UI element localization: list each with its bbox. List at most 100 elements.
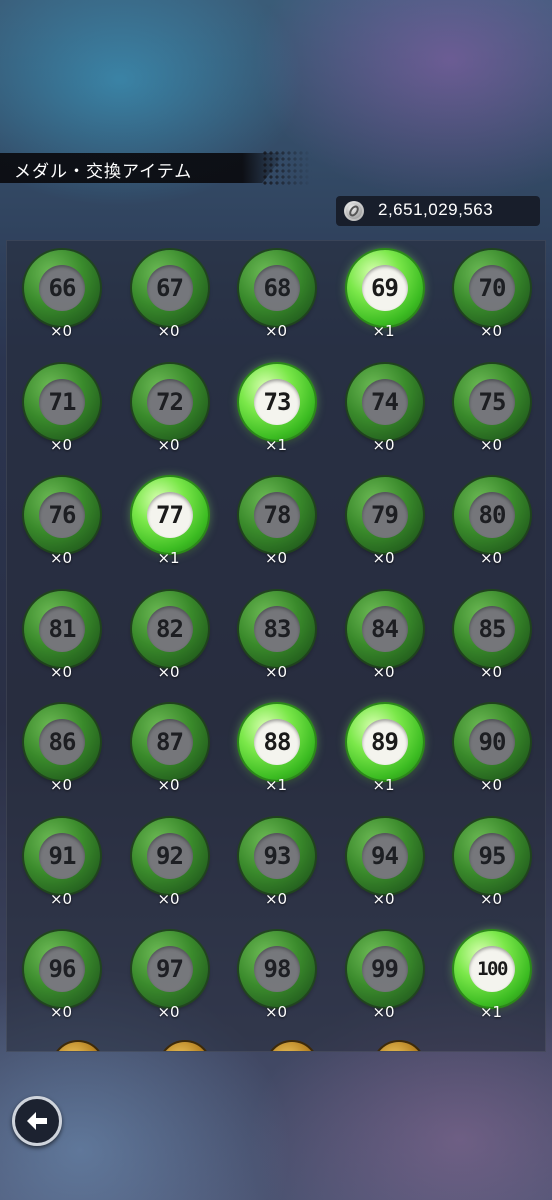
gold-medal-icon[interactable] — [374, 1042, 424, 1051]
medal-item[interactable]: 70 ×0 — [437, 241, 545, 354]
medal-item[interactable]: 95 ×0 — [437, 809, 545, 922]
medal-icon: 99 — [346, 931, 423, 1007]
medal-face: 86 — [39, 719, 85, 765]
medal-count: ×0 — [49, 889, 73, 908]
medal-icon: 96 — [24, 931, 100, 1007]
medal-icon: 69 — [346, 250, 423, 326]
medal-face: 76 — [39, 492, 85, 538]
medal-face: 73 — [254, 378, 300, 425]
medal-item[interactable]: 82 ×0 — [115, 582, 223, 695]
medal-number: 100 — [477, 958, 508, 980]
medal-count: ×0 — [157, 435, 180, 454]
medal-face: 91 — [39, 832, 85, 879]
back-button[interactable] — [12, 1096, 62, 1146]
medal-number: 98 — [263, 955, 292, 983]
medal-item[interactable]: 80 ×0 — [437, 468, 545, 581]
medal-face: 79 — [361, 492, 408, 538]
medal-icon: 78 — [239, 477, 315, 553]
medal-count: ×1 — [479, 1003, 503, 1021]
next-row-preview — [7, 1042, 545, 1051]
medal-count: ×0 — [372, 549, 395, 567]
title-decoration — [262, 150, 312, 186]
medal-item[interactable]: 78 ×0 — [222, 468, 330, 581]
medal-number: 66 — [48, 274, 77, 302]
medal-number: 89 — [371, 728, 399, 756]
medal-number: 73 — [263, 387, 292, 416]
medal-item[interactable]: 81 ×0 — [7, 582, 115, 695]
medal-number: 68 — [263, 274, 292, 302]
medal-item[interactable]: 93 ×0 — [222, 809, 330, 922]
medal-face: 77 — [146, 492, 193, 538]
medal-count: ×0 — [49, 435, 73, 454]
medal-number: 90 — [478, 728, 507, 756]
medal-item[interactable]: 83 ×0 — [222, 582, 330, 695]
medal-icon: 100 — [454, 931, 530, 1007]
medal-number: 91 — [48, 841, 77, 870]
medal-item[interactable]: 88 ×1 — [222, 695, 330, 808]
medal-item[interactable]: 72 ×0 — [115, 355, 223, 468]
medal-item[interactable]: 69 ×1 — [330, 241, 438, 354]
medal-item[interactable]: 89 ×1 — [330, 695, 438, 808]
medal-face: 68 — [254, 265, 300, 311]
medal-icon: 74 — [346, 363, 423, 440]
medal-item[interactable]: 99 ×0 — [330, 922, 438, 1035]
medal-item[interactable]: 73 ×1 — [222, 355, 330, 468]
medal-item[interactable]: 90 ×0 — [437, 695, 545, 808]
medal-item[interactable]: 100 ×1 — [437, 922, 545, 1035]
medal-item[interactable]: 74 ×0 — [330, 355, 438, 468]
medal-face: 72 — [146, 378, 193, 425]
medal-icon: 80 — [454, 477, 530, 553]
medal-icon: 89 — [346, 704, 423, 780]
medal-item[interactable]: 92 ×0 — [115, 809, 223, 922]
medal-item[interactable]: 77 ×1 — [115, 468, 223, 581]
medal-item[interactable]: 91 ×0 — [7, 809, 115, 922]
medal-number: 88 — [263, 728, 292, 756]
medal-count: ×0 — [157, 322, 180, 340]
medal-count: ×0 — [264, 889, 288, 908]
medal-item[interactable]: 71 ×0 — [7, 355, 115, 468]
medal-number: 99 — [371, 955, 399, 983]
medal-count: ×0 — [264, 322, 288, 340]
medal-face: 82 — [146, 605, 193, 652]
medal-item[interactable]: 98 ×0 — [222, 922, 330, 1035]
medal-face: 75 — [469, 378, 515, 425]
medal-face: 96 — [39, 946, 85, 992]
medal-item[interactable]: 75 ×0 — [437, 355, 545, 468]
medal-count: ×1 — [372, 322, 395, 340]
medal-face: 94 — [361, 832, 408, 879]
medal-face: 80 — [469, 492, 515, 538]
medal-item[interactable]: 68 ×0 — [222, 241, 330, 354]
medal-item[interactable]: 85 ×0 — [437, 582, 545, 695]
medal-item[interactable]: 86 ×0 — [7, 695, 115, 808]
medal-item[interactable]: 96 ×0 — [7, 922, 115, 1035]
medal-icon: 81 — [24, 590, 100, 667]
medal-item[interactable]: 87 ×0 — [115, 695, 223, 808]
medal-item[interactable]: 97 ×0 — [115, 922, 223, 1035]
medal-item[interactable]: 67 ×0 — [115, 241, 223, 354]
medal-icon: 86 — [24, 704, 100, 780]
medal-face: 92 — [146, 832, 193, 879]
medal-item[interactable]: 79 ×0 — [330, 468, 438, 581]
medal-number: 74 — [371, 387, 399, 416]
page-title: メダル・交換アイテム — [14, 162, 193, 182]
medal-icon: 87 — [131, 704, 208, 780]
medal-item[interactable]: 94 ×0 — [330, 809, 438, 922]
medal-number: 75 — [478, 387, 507, 416]
gold-medal-icon[interactable] — [53, 1042, 103, 1051]
medal-count: ×0 — [479, 549, 503, 567]
medal-number: 86 — [48, 728, 77, 756]
medal-item[interactable]: 66 ×0 — [7, 241, 115, 354]
medal-grid-panel[interactable]: 66 ×0 67 ×0 68 ×0 69 ×1 70 ×0 71 ×0 72 ×0 73 ×1 74 ×0 75 ×0… — [6, 240, 546, 1052]
medal-icon: 91 — [24, 817, 100, 894]
medal-icon: 92 — [131, 817, 208, 894]
medal-count: ×0 — [157, 776, 180, 794]
medal-face: 71 — [39, 378, 85, 425]
medal-count: ×0 — [479, 776, 503, 794]
medal-number: 77 — [156, 501, 184, 529]
gold-medal-icon[interactable] — [267, 1042, 317, 1051]
medal-number: 71 — [48, 387, 77, 416]
gold-medal-icon[interactable] — [160, 1042, 210, 1051]
medal-item[interactable]: 84 ×0 — [330, 582, 438, 695]
medal-item[interactable]: 76 ×0 — [7, 468, 115, 581]
medal-count: ×0 — [264, 549, 288, 567]
